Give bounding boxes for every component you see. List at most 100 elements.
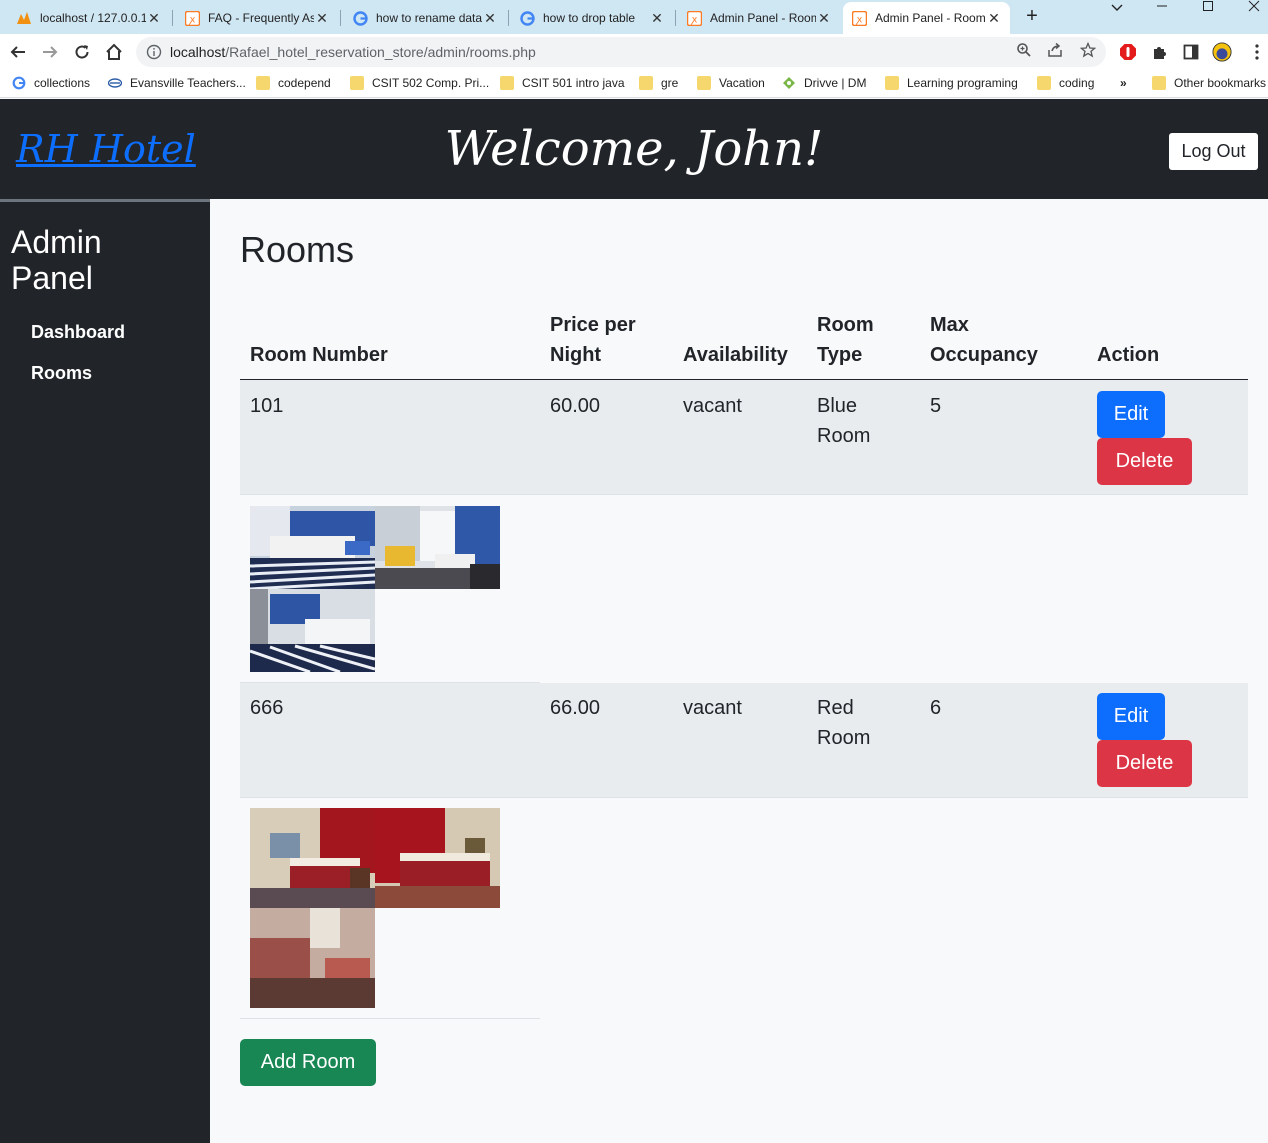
sidebar-item-dashboard[interactable]: Dashboard xyxy=(31,322,125,343)
bookmark-label: coding xyxy=(1059,76,1095,90)
phpmyadmin-icon xyxy=(16,10,32,26)
forward-arrow-icon[interactable] xyxy=(38,40,62,64)
browser-tab-3[interactable]: how to rename database ✕ xyxy=(344,2,506,34)
browser-tabstrip: localhost / 127.0.0.1 ✕ ꭗ FAQ - Frequent… xyxy=(0,0,1268,34)
admin-sidebar: Admin Panel Dashboard Rooms xyxy=(0,199,210,1143)
add-room-button[interactable]: Add Room xyxy=(240,1039,376,1086)
tab-separator xyxy=(340,10,341,26)
profile-avatar-icon[interactable] xyxy=(1212,42,1232,62)
close-tab-icon[interactable]: ✕ xyxy=(649,10,665,27)
bookmark-label: codepend xyxy=(278,76,331,90)
photo-row-divider xyxy=(240,1018,540,1019)
bookmark-item[interactable]: Vacation xyxy=(697,76,765,90)
tab-title: Admin Panel - Rooms xyxy=(875,11,986,25)
xampp-icon: ꭗ xyxy=(686,10,702,26)
tab-search-chevron-icon[interactable] xyxy=(1097,0,1137,14)
bookmark-item[interactable]: collections xyxy=(12,76,90,90)
window-close-icon[interactable] xyxy=(1234,0,1268,14)
sidebar-item-rooms[interactable]: Rooms xyxy=(31,363,92,384)
room-photo xyxy=(250,589,375,672)
bookmark-item[interactable]: Learning programing xyxy=(885,76,1018,90)
site-info-icon[interactable] xyxy=(146,44,162,60)
edit-button[interactable]: Edit xyxy=(1097,391,1165,438)
google-icon xyxy=(352,10,368,26)
close-tab-icon[interactable]: ✕ xyxy=(986,10,1002,27)
bookmark-item[interactable]: CSIT 501 intro java xyxy=(500,76,625,90)
browser-tab-1[interactable]: localhost / 127.0.0.1 ✕ xyxy=(8,2,170,34)
availability-cell: vacant xyxy=(683,395,742,417)
back-arrow-icon[interactable] xyxy=(6,40,30,64)
folder-icon xyxy=(256,76,270,90)
browser-tab-2[interactable]: ꭗ FAQ - Frequently Asked ✕ xyxy=(176,2,338,34)
bookmark-item[interactable]: Drivve | DM xyxy=(782,76,866,90)
room-photo xyxy=(375,506,500,589)
minimize-icon[interactable] xyxy=(1142,0,1182,14)
bookmark-label: collections xyxy=(34,76,91,90)
tab-title: FAQ - Frequently Asked xyxy=(208,11,314,25)
url-path: /Rafael_hotel_reservation_store/admin/ro… xyxy=(225,44,536,60)
room-number-cell: 666 xyxy=(250,697,284,719)
bookmark-label: CSIT 501 intro java xyxy=(522,76,625,90)
max-occupancy-cell: 5 xyxy=(930,395,942,417)
new-tab-button[interactable]: + xyxy=(1020,5,1044,29)
xampp-icon: ꭗ xyxy=(184,10,200,26)
home-icon[interactable] xyxy=(102,40,126,64)
share-icon[interactable] xyxy=(1045,40,1065,60)
close-tab-icon[interactable]: ✕ xyxy=(482,10,498,27)
column-header-room-number: Room Number xyxy=(250,344,388,366)
delete-button[interactable]: Delete xyxy=(1097,740,1192,787)
side-panel-icon[interactable] xyxy=(1181,42,1201,62)
bookmark-label: CSIT 502 Comp. Pri... xyxy=(372,76,490,90)
page-title: Rooms xyxy=(240,229,355,270)
close-tab-icon[interactable]: ✕ xyxy=(314,10,330,27)
reload-icon[interactable] xyxy=(70,40,94,64)
folder-icon xyxy=(500,76,514,90)
folder-icon xyxy=(350,76,364,90)
folder-icon xyxy=(885,76,899,90)
close-tab-icon[interactable]: ✕ xyxy=(816,10,832,27)
browser-menu-icon[interactable] xyxy=(1247,42,1267,62)
bookmark-item[interactable]: Evansville Teachers... xyxy=(108,76,246,90)
column-header-availability: Availability xyxy=(683,344,788,366)
bookmark-star-icon[interactable] xyxy=(1078,40,1098,60)
bookmark-item[interactable]: codepend xyxy=(256,76,331,90)
close-tab-icon[interactable]: ✕ xyxy=(146,10,162,27)
folder-icon xyxy=(1152,76,1166,90)
site-header: RH Hotel Welcome, John! Log Out xyxy=(0,99,1268,199)
address-bar[interactable]: localhost/Rafael_hotel_reservation_store… xyxy=(136,37,1106,67)
bookmark-item[interactable]: coding xyxy=(1037,76,1094,90)
room-photo xyxy=(250,808,375,908)
delete-button[interactable]: Delete xyxy=(1097,438,1192,485)
url-host: localhost xyxy=(170,44,226,60)
tab-title: how to rename database xyxy=(376,11,482,25)
browser-tab-4[interactable]: how to drop table ✕ xyxy=(511,2,673,34)
max-occupancy-cell: 6 xyxy=(930,697,942,719)
bookmark-item[interactable]: CSIT 502 Comp. Pri... xyxy=(350,76,489,90)
svg-text:ꭗ: ꭗ xyxy=(854,14,862,25)
logout-button[interactable]: Log Out xyxy=(1169,133,1258,170)
zoom-icon[interactable] xyxy=(1014,40,1034,60)
adblock-icon[interactable] xyxy=(1118,42,1138,62)
folder-icon xyxy=(1037,76,1051,90)
room-number-cell: 101 xyxy=(250,395,284,417)
bookmarks-overflow-chevron[interactable]: » xyxy=(1120,76,1127,90)
extensions-puzzle-icon[interactable] xyxy=(1150,42,1170,62)
price-cell: 60.00 xyxy=(550,395,601,417)
room-type-cell: Red Room xyxy=(817,697,871,749)
bookmark-item[interactable]: gre xyxy=(639,76,678,90)
folder-icon xyxy=(639,76,653,90)
drivve-icon xyxy=(783,77,795,89)
other-bookmarks[interactable]: Other bookmarks xyxy=(1152,76,1266,90)
edit-button[interactable]: Edit xyxy=(1097,693,1165,740)
price-cell: 66.00 xyxy=(550,697,601,719)
browser-tab-active[interactable]: ꭗ Admin Panel - Rooms ✕ xyxy=(843,2,1010,34)
svg-text:ꭗ: ꭗ xyxy=(187,14,195,25)
maximize-icon[interactable] xyxy=(1188,0,1228,14)
room-photo xyxy=(250,908,375,1008)
tab-separator xyxy=(172,10,173,26)
tab-title: localhost / 127.0.0.1 xyxy=(40,11,146,25)
room-type-cell: Blue Room xyxy=(817,395,871,447)
bookmark-label: Learning programing xyxy=(907,76,1018,90)
main-content: Rooms Room Number Price per Night Availa… xyxy=(210,199,1268,1143)
browser-tab-5[interactable]: ꭗ Admin Panel - Rooms ✕ xyxy=(678,2,840,34)
